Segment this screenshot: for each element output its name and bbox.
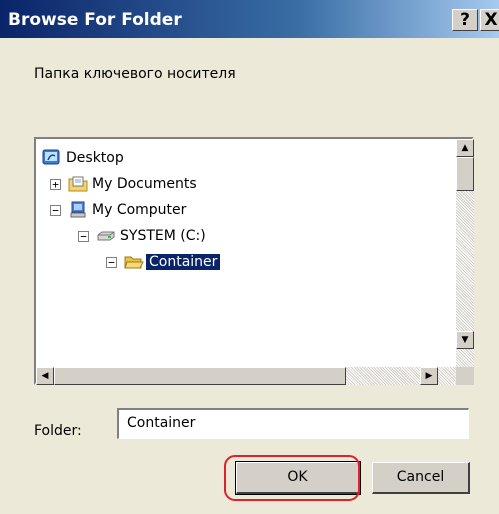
title-bar[interactable]: Browse For Folder ? X xyxy=(0,0,499,38)
drive-icon xyxy=(97,231,115,241)
collapse-minus-icon[interactable]: − xyxy=(50,205,61,216)
scroll-right-arrow-icon[interactable]: ▶ xyxy=(420,367,438,385)
tree-item-label: My Computer xyxy=(92,202,187,218)
folder-label: Folder: xyxy=(34,423,82,439)
close-button[interactable]: X xyxy=(480,9,499,31)
horizontal-scrollbar[interactable]: ◀ ▶ xyxy=(36,367,456,385)
my-computer-icon xyxy=(70,201,86,218)
cancel-button[interactable]: Cancel xyxy=(372,462,470,494)
vertical-scroll-thumb[interactable] xyxy=(456,157,474,191)
tree-item-label-selected: Container xyxy=(146,254,221,270)
scroll-left-arrow-icon[interactable]: ◀ xyxy=(36,367,54,385)
ok-highlight-ring xyxy=(224,455,360,501)
scroll-up-arrow-icon[interactable]: ▲ xyxy=(456,139,474,157)
open-folder-icon xyxy=(124,256,144,269)
scroll-down-arrow-icon[interactable]: ▼ xyxy=(456,331,474,349)
tree-item-label: Desktop xyxy=(66,150,124,166)
collapse-minus-icon[interactable]: − xyxy=(78,231,89,242)
dialog-title: Browse For Folder xyxy=(8,10,182,30)
folder-tree[interactable]: Desktop + My Documents − My Computer − S… xyxy=(34,137,474,385)
collapse-minus-icon[interactable]: − xyxy=(106,257,117,268)
tree-item-label: SYSTEM (C:) xyxy=(120,228,206,244)
horizontal-scroll-thumb[interactable] xyxy=(54,367,346,385)
expand-plus-icon[interactable]: + xyxy=(50,179,61,190)
vertical-scrollbar[interactable]: ▲ ▼ xyxy=(456,139,474,367)
my-documents-folder-icon xyxy=(68,176,88,192)
dialog-prompt: Папка ключевого носителя xyxy=(34,66,236,82)
browse-for-folder-dialog: Browse For Folder ? X Папка ключевого но… xyxy=(0,0,499,514)
tree-item-label: My Documents xyxy=(92,176,197,192)
desktop-icon xyxy=(42,149,60,165)
folder-input[interactable]: Container xyxy=(117,408,469,439)
scrollbar-corner xyxy=(456,367,474,385)
help-button[interactable]: ? xyxy=(452,9,478,31)
